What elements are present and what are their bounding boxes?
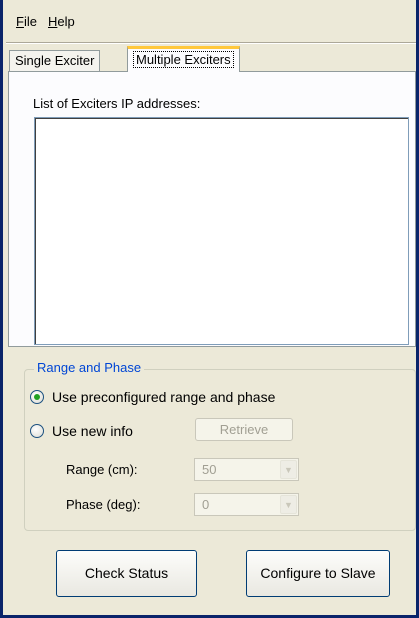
chevron-down-icon[interactable]: ▼ — [280, 460, 297, 479]
menu-bar: File Help — [6, 0, 416, 44]
phase-value: 0 — [202, 497, 210, 512]
new-info-radio-label[interactable]: Use new info — [52, 423, 133, 439]
tab-single-exciter-label: Single Exciter — [15, 53, 95, 68]
menu-file-accelerator: F — [16, 14, 24, 29]
phase-combobox[interactable]: 0 ▼ — [194, 493, 299, 516]
tab-multiple-exciters[interactable]: Multiple Exciters — [127, 46, 240, 72]
configure-to-slave-button[interactable]: Configure to Slave — [246, 550, 390, 597]
tab-multiple-exciters-label: Multiple Exciters — [133, 51, 234, 68]
tab-single-exciter[interactable]: Single Exciter — [9, 50, 101, 71]
check-status-button[interactable]: Check Status — [56, 550, 197, 597]
menu-file[interactable]: File — [16, 14, 37, 29]
exciters-ip-list[interactable] — [34, 117, 409, 345]
menu-help[interactable]: Help — [48, 14, 75, 29]
preconfigured-radio[interactable] — [30, 390, 44, 404]
new-info-radio[interactable] — [30, 424, 44, 438]
phase-label: Phase (deg): — [66, 497, 141, 512]
range-label: Range (cm): — [66, 462, 138, 477]
retrieve-button[interactable]: Retrieve — [195, 418, 293, 441]
range-value: 50 — [202, 462, 217, 477]
exciters-list-label: List of Exciters IP addresses: — [33, 96, 201, 111]
main-window: File Help Single Exciter Multiple Excite… — [0, 0, 419, 618]
range-combobox[interactable]: 50 ▼ — [194, 458, 299, 481]
menu-file-label: ile — [23, 14, 37, 29]
chevron-down-icon[interactable]: ▼ — [280, 495, 297, 514]
menu-separator — [6, 42, 416, 44]
radio-selected-dot — [34, 394, 40, 400]
preconfigured-radio-label[interactable]: Use preconfigured range and phase — [52, 389, 275, 405]
menu-help-accelerator: H — [48, 14, 58, 29]
range-phase-group-title: Range and Phase — [34, 360, 145, 375]
menu-help-label: elp — [57, 14, 75, 29]
